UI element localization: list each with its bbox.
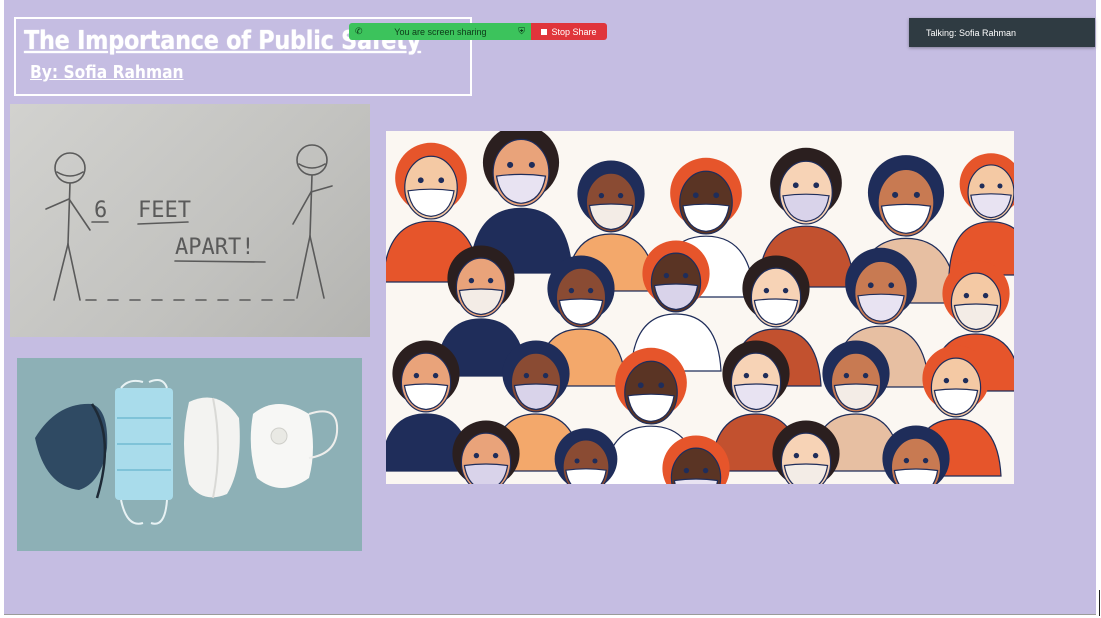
sketch-number: 6 [94,198,107,223]
six-feet-apart-sketch-image: 6 FEET APART! [10,104,370,337]
sketch-line2: APART! [175,235,254,260]
shield-icon: ⛨ [518,26,525,36]
screen-share-status: ✆ You are screen sharing ⛨ [349,23,531,40]
window-bottom-edge [4,614,1096,615]
screen-share-toolbar: ✆ You are screen sharing ⛨ Stop Share [349,23,607,40]
sketch-line1: FEET [138,198,191,223]
screen-share-status-label: You are screen sharing [394,26,487,37]
face-masks-photo [17,358,362,551]
text-cursor [1099,590,1100,616]
masked-crowd-illustration [386,131,1014,484]
slide-subtitle: By: Sofia Rahman [30,62,184,83]
talking-indicator-label: Talking: Sofia Rahman [926,27,1017,38]
stop-icon [541,28,548,35]
talking-indicator: Talking: Sofia Rahman [909,18,1095,47]
crowd-person [948,153,1014,276]
stop-share-label: Stop Share [551,26,597,37]
stop-share-button[interactable]: Stop Share [531,23,607,40]
phone-icon: ✆ [355,26,363,36]
